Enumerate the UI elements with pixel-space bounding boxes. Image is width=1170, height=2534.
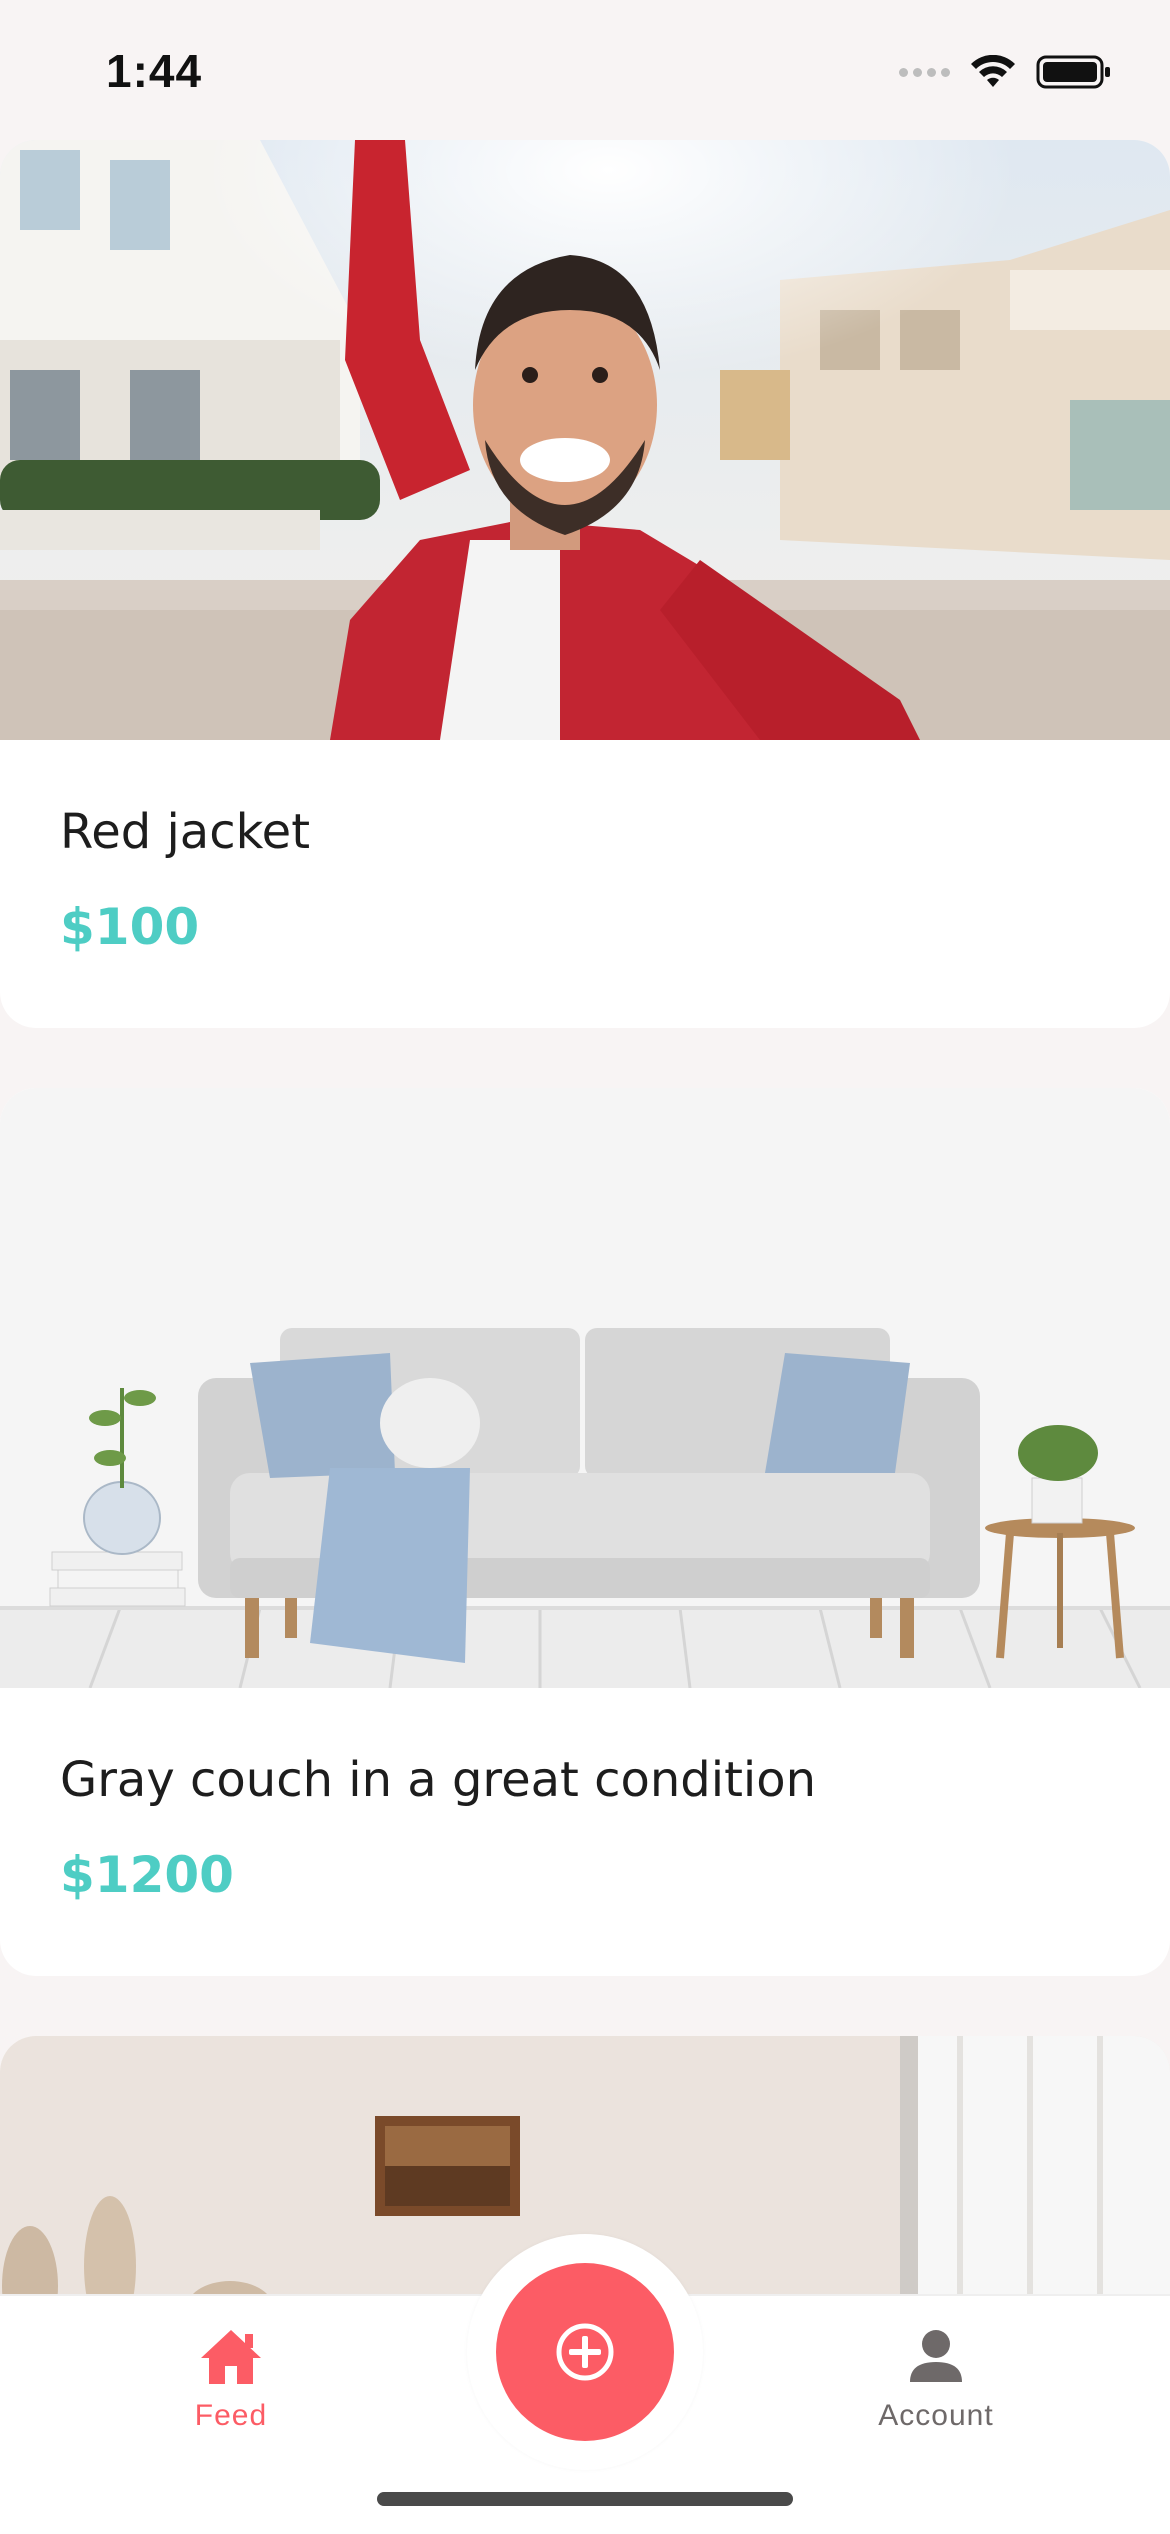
listing-title: Red jacket [60, 804, 311, 860]
tab-feed[interactable]: Feed [131, 2326, 331, 2433]
status-indicators [899, 52, 1112, 92]
tab-account[interactable]: Account [836, 2326, 1036, 2433]
add-listing-button[interactable] [496, 2263, 674, 2441]
plus-circle-icon [556, 2323, 614, 2381]
home-indicator [377, 2492, 793, 2506]
listing-image [0, 140, 1170, 740]
status-time: 1:44 [106, 45, 203, 97]
listing-price: $1200 [60, 1846, 234, 1904]
tab-feed-label: Feed [194, 2399, 268, 2432]
status-bar: 1:44 [0, 0, 1170, 140]
tab-account-label: Account [878, 2399, 994, 2432]
listing-image [0, 1088, 1170, 1688]
wifi-icon [971, 55, 1015, 87]
listing-card[interactable]: Gray couch in a great condition $1200 [0, 1088, 1170, 1976]
cellular-signal-icon [899, 67, 950, 77]
battery-icon [1036, 55, 1110, 89]
listing-price: $100 [60, 898, 200, 956]
home-icon [201, 2330, 261, 2384]
listing-title: Gray couch in a great condition [60, 1752, 817, 1808]
account-icon [910, 2330, 962, 2382]
add-listing-button-frame [467, 2234, 703, 2470]
listing-card[interactable]: Red jacket $100 [0, 140, 1170, 1028]
